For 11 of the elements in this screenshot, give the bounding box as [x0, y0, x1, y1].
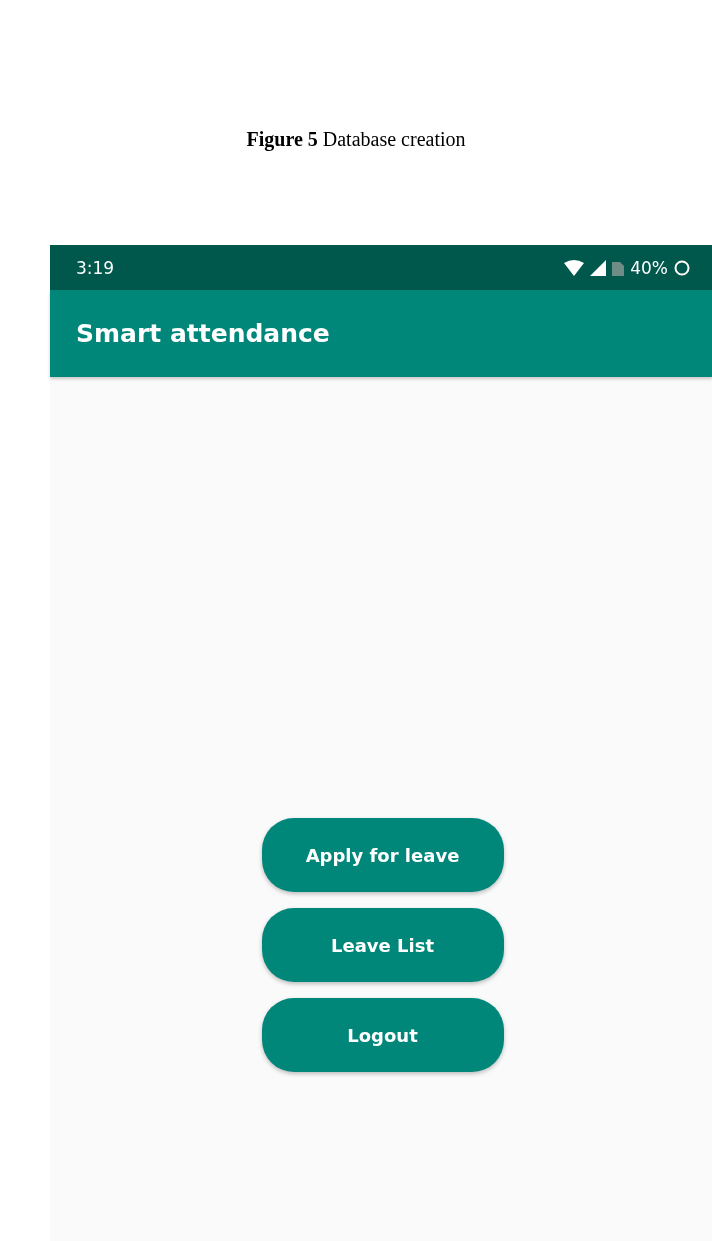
- app-title: Smart attendance: [76, 319, 330, 348]
- signal-icon: [590, 259, 607, 276]
- battery-percent: 40%: [630, 257, 668, 278]
- action-button[interactable]: Leave List: [261, 908, 504, 982]
- action-button[interactable]: Apply for leave: [261, 818, 504, 892]
- action-button[interactable]: Logout: [261, 998, 504, 1072]
- wifi-icon: [564, 259, 585, 276]
- sim-icon: [612, 259, 625, 276]
- battery-icon: [674, 259, 690, 276]
- status-time: 3:19: [76, 257, 115, 278]
- figure-caption: Figure 5 Database creation: [246, 128, 466, 153]
